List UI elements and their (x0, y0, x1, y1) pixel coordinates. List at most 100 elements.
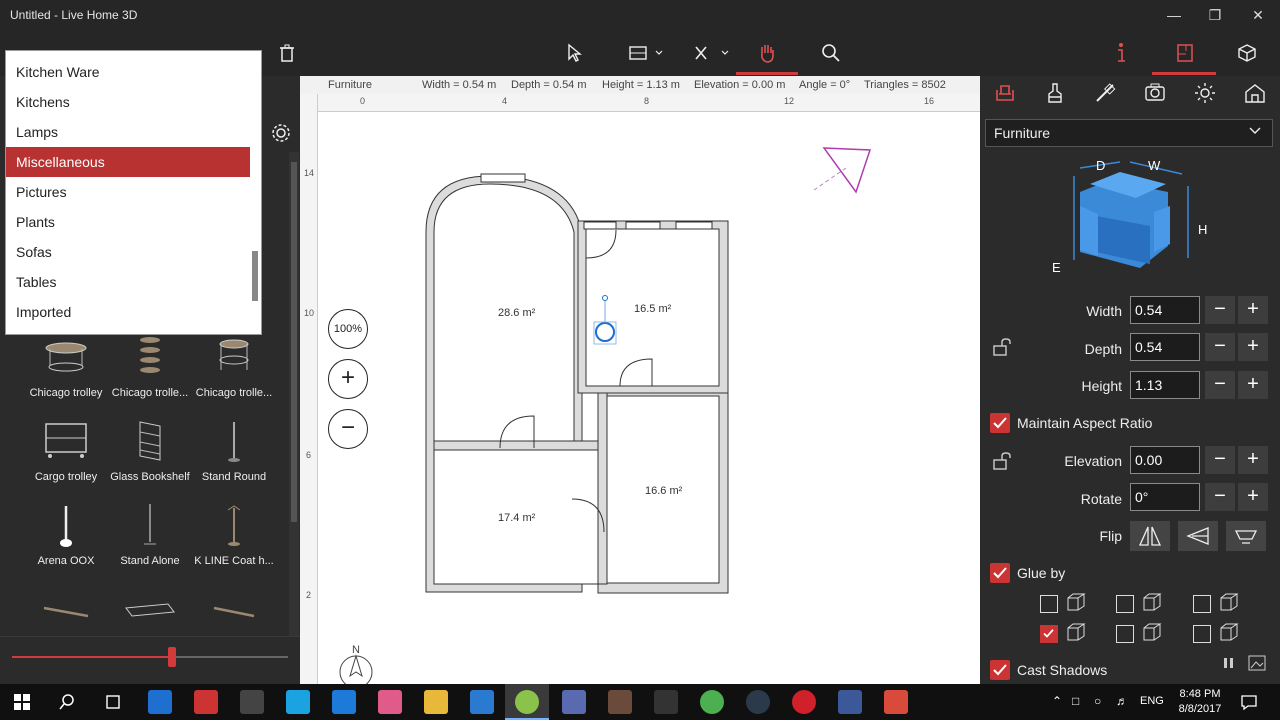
language-indicator[interactable]: ENG (1140, 695, 1164, 707)
info-icon[interactable] (1106, 38, 1136, 68)
task-view-icon[interactable] (104, 693, 122, 716)
height-decrease-button[interactable]: − (1205, 371, 1235, 399)
taskbar-search-icon[interactable] (58, 693, 76, 716)
elevation-input[interactable] (1130, 446, 1200, 474)
category-item[interactable]: Sofas (6, 237, 250, 267)
glue-option-checkbox[interactable] (1116, 625, 1134, 643)
app-icon[interactable] (608, 690, 632, 714)
library-scrollbar[interactable] (289, 152, 299, 712)
volume-icon[interactable]: ♬ (1116, 694, 1128, 708)
draw-tool-icon[interactable] (690, 38, 734, 68)
minimize-icon[interactable]: — (1154, 3, 1194, 27)
glue-option-checkbox[interactable] (1193, 625, 1211, 643)
nox-icon[interactable] (746, 690, 770, 714)
width-decrease-button[interactable]: − (1205, 296, 1235, 324)
library-item[interactable]: Cargo trolley (24, 418, 108, 483)
paint-icon[interactable] (378, 690, 402, 714)
notifications-icon[interactable] (1240, 693, 1258, 716)
tab-light-icon[interactable] (1190, 82, 1220, 108)
flip-horizontal-button[interactable] (1130, 521, 1170, 551)
live-home-3d-taskbar-button[interactable] (505, 684, 549, 720)
maximize-icon[interactable]: ❐ (1195, 3, 1235, 27)
wifi-icon[interactable]: ○ (1094, 694, 1101, 708)
mail-icon[interactable] (240, 690, 264, 714)
depth-decrease-button[interactable]: − (1205, 333, 1235, 361)
wall-tool-icon[interactable] (624, 38, 668, 68)
flip-upside-down-button[interactable] (1226, 521, 1266, 551)
3d-view-icon[interactable] (1232, 38, 1262, 68)
rotate-input[interactable] (1130, 483, 1200, 511)
pause-icon[interactable] (1222, 656, 1236, 675)
unlock-icon[interactable] (992, 452, 1014, 475)
library-item[interactable]: Stand Alone (108, 502, 192, 567)
facebook-icon[interactable] (838, 690, 862, 714)
slider-handle[interactable] (168, 647, 177, 667)
tab-materials-icon[interactable] (1040, 82, 1070, 108)
height-input[interactable] (1130, 371, 1200, 399)
library-item[interactable]: K LINE Coat h... (192, 502, 276, 567)
library-item[interactable] (24, 586, 108, 639)
file-explorer-icon[interactable] (424, 690, 448, 714)
elevation-increase-button[interactable]: + (1238, 446, 1268, 474)
category-item[interactable]: Lamps (6, 117, 250, 147)
depth-input[interactable] (1130, 333, 1200, 361)
close-icon[interactable]: ✕ (1238, 3, 1278, 27)
dropdown-scroll-thumb[interactable] (252, 251, 258, 301)
cast-shadows-checkbox[interactable] (990, 660, 1010, 680)
tab-paint-icon[interactable] (1090, 82, 1120, 108)
height-increase-button[interactable]: + (1238, 371, 1268, 399)
ie-icon[interactable] (332, 690, 356, 714)
width-increase-button[interactable]: + (1238, 296, 1268, 324)
elevation-decrease-button[interactable]: − (1205, 446, 1235, 474)
category-item[interactable]: Imported (6, 297, 250, 327)
floor-plan[interactable] (300, 76, 980, 684)
library-item[interactable]: Chicago trolley (24, 334, 108, 399)
library-item[interactable]: Chicago trolle... (108, 334, 192, 399)
windows-start-icon[interactable] (14, 694, 30, 715)
app-icon[interactable] (884, 690, 908, 714)
store-icon[interactable] (194, 690, 218, 714)
maintain-aspect-checkbox[interactable] (990, 413, 1010, 433)
depth-increase-button[interactable]: + (1238, 333, 1268, 361)
library-item[interactable]: Arena OOX (24, 502, 108, 567)
category-select[interactable]: Furniture (985, 119, 1273, 147)
preview-image-icon[interactable] (1248, 655, 1266, 676)
rotate-increase-button[interactable]: + (1238, 483, 1268, 511)
glue-by-checkbox[interactable] (990, 563, 1010, 583)
category-item[interactable]: Plants (6, 207, 250, 237)
tab-camera-icon[interactable] (1140, 82, 1170, 108)
unlock-icon[interactable] (992, 338, 1014, 361)
library-item[interactable] (192, 586, 276, 639)
glue-option-checkbox-checked[interactable] (1040, 625, 1058, 643)
skype-icon[interactable] (286, 690, 310, 714)
category-item[interactable]: Kitchen Ware (6, 57, 250, 87)
chrome-icon[interactable] (700, 690, 724, 714)
plan-view-icon[interactable] (1170, 38, 1200, 68)
library-item[interactable]: Glass Bookshelf (108, 418, 192, 483)
edge-icon[interactable] (148, 690, 172, 714)
plan-canvas[interactable]: Furniture Width = 0.54 m Depth = 0.54 m … (300, 76, 980, 684)
category-item[interactable]: Tables (6, 267, 250, 297)
flip-vertical-button[interactable] (1178, 521, 1218, 551)
category-item[interactable]: Pictures (6, 177, 250, 207)
app-icon[interactable] (562, 690, 586, 714)
trash-icon[interactable] (272, 38, 302, 68)
zoom-level-button[interactable]: 100% (328, 309, 368, 349)
zoom-in-button[interactable]: + (328, 359, 368, 399)
glue-option-checkbox[interactable] (1040, 595, 1058, 613)
network-icon[interactable]: □ (1072, 694, 1079, 708)
select-arrow-icon[interactable] (560, 38, 590, 68)
library-settings-icon[interactable] (270, 122, 292, 149)
library-item[interactable]: Stand Round (192, 418, 276, 483)
opera-icon[interactable] (792, 690, 816, 714)
zoom-out-button[interactable]: − (328, 409, 368, 449)
glue-option-checkbox[interactable] (1193, 595, 1211, 613)
category-dropdown-list[interactable]: Kitchen Ware Kitchens Lamps Miscellaneou… (5, 50, 262, 335)
width-input[interactable] (1130, 296, 1200, 324)
app-icon[interactable] (470, 690, 494, 714)
library-item[interactable] (108, 586, 192, 639)
rotate-decrease-button[interactable]: − (1205, 483, 1235, 511)
glue-option-checkbox[interactable] (1116, 595, 1134, 613)
category-item[interactable]: Kitchens (6, 87, 250, 117)
hand-pan-icon[interactable] (752, 38, 782, 68)
